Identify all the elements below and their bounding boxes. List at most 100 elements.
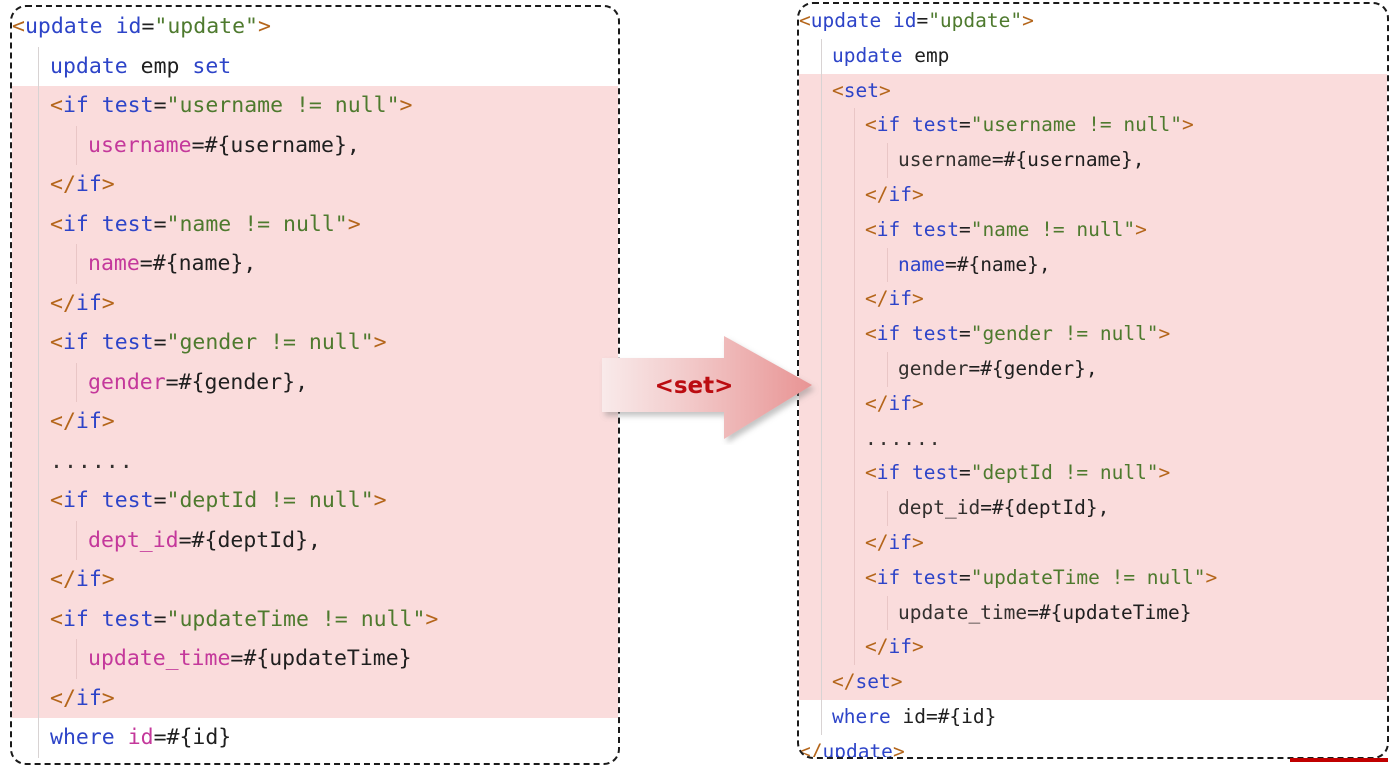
code-line: gender=#{gender},	[12, 362, 618, 402]
code-token: "deptId != null"	[166, 488, 374, 513]
code-line: </if>	[799, 177, 1387, 213]
before-code-lines: <update id="update"> update emp set <if te…	[12, 7, 618, 766]
code-token: "update"	[154, 14, 258, 39]
code-token: if	[888, 391, 912, 415]
code-token: </	[865, 182, 889, 206]
code-token: </	[50, 685, 76, 711]
code-token: "update"	[928, 9, 1023, 32]
code-token: >	[425, 606, 439, 632]
code-token: update	[832, 43, 903, 67]
code-token: if	[75, 567, 102, 592]
code-line: update emp set	[12, 47, 618, 87]
code-token: "deptId != null"	[970, 461, 1159, 485]
code-line: <if test="updateTime != null">	[799, 560, 1387, 596]
code-line: where id=#{id}	[12, 718, 618, 758]
code-token: if	[888, 530, 912, 554]
code-token: >	[101, 409, 115, 434]
code-token: >	[101, 567, 115, 592]
code-token: test	[911, 322, 959, 346]
code-token: test	[911, 217, 959, 241]
code-token: >	[373, 488, 387, 513]
code-token: if	[75, 290, 102, 316]
code-token: >	[1158, 461, 1171, 485]
code-token: test	[911, 565, 959, 589]
code-token: </	[50, 290, 76, 316]
code-token: </	[865, 530, 889, 554]
code-token: </	[12, 765, 38, 766]
code-token: id	[892, 9, 917, 32]
code-line: username=#{username},	[12, 125, 618, 165]
code-line: <if test="name != null">	[12, 204, 618, 244]
code-token: name	[898, 252, 945, 276]
code-line: update emp	[799, 39, 1387, 74]
code-token: >	[373, 330, 387, 355]
code-token: update	[50, 53, 128, 79]
code-token: set	[843, 78, 879, 102]
code-line: dept_id=#{deptId},	[799, 491, 1387, 526]
code-token: </	[50, 172, 76, 197]
code-token: update	[822, 739, 893, 759]
code-token: test	[911, 113, 959, 137]
code-token: update	[38, 765, 116, 766]
code-line: <if test="name != null">	[799, 212, 1387, 248]
after-code-lines: <update id="update"> update emp <set> <if t…	[799, 4, 1387, 759]
code-token: <	[50, 488, 63, 513]
code-token: >	[911, 635, 924, 659]
code-line: </if>	[799, 386, 1387, 422]
code-token: <	[865, 113, 877, 137]
code-token: >	[911, 287, 924, 311]
code-line: update_time=#{updateTime}	[12, 639, 618, 679]
code-line: where id=#{id}	[799, 700, 1387, 735]
code-token: =#{updateTime}	[230, 646, 412, 671]
code-token: if	[876, 322, 901, 346]
code-line: <if test="updateTime != null">	[12, 599, 618, 639]
code-token: =#{deptId},	[178, 527, 321, 553]
code-line: </update>	[12, 758, 618, 766]
code-token: >	[1158, 322, 1171, 346]
code-token: test	[101, 330, 154, 355]
code-token: <	[50, 606, 63, 632]
code-token: =#{updateTime}	[1027, 600, 1192, 624]
code-token: update_time	[898, 600, 1028, 624]
code-token: =	[958, 113, 971, 137]
code-line: <set>	[799, 73, 1387, 109]
code-line: name=#{name},	[12, 244, 618, 284]
code-token: dept_id	[898, 496, 981, 520]
code-token: if	[62, 211, 89, 237]
red-accent-underline	[1290, 758, 1388, 762]
code-token: >	[892, 739, 905, 759]
code-token: =	[153, 488, 167, 513]
code-token: dept_id	[88, 527, 179, 553]
code-line: </if>	[12, 165, 618, 205]
code-token: </	[865, 391, 889, 415]
code-token: >	[101, 685, 115, 711]
code-token: >	[890, 670, 903, 694]
code-token: if	[75, 409, 102, 434]
code-line: </if>	[12, 560, 618, 600]
code-token: =	[153, 330, 167, 355]
code-token: <	[865, 461, 877, 485]
code-token: >	[878, 78, 891, 102]
code-line: gender=#{gender},	[799, 351, 1387, 387]
code-token: id	[127, 725, 154, 750]
code-token: =	[958, 322, 971, 346]
code-line: ......	[12, 441, 618, 481]
code-token: ......	[865, 426, 942, 450]
code-token: emp	[140, 53, 180, 79]
code-token: <	[865, 322, 877, 346]
code-token: =#{username},	[191, 132, 360, 158]
code-token: =#{username},	[991, 148, 1145, 172]
code-token: </	[799, 739, 823, 759]
code-line: <if test="username != null">	[12, 86, 618, 126]
code-token: </	[832, 670, 856, 694]
code-token: =#{gender},	[165, 369, 309, 395]
code-token: <	[50, 211, 63, 237]
